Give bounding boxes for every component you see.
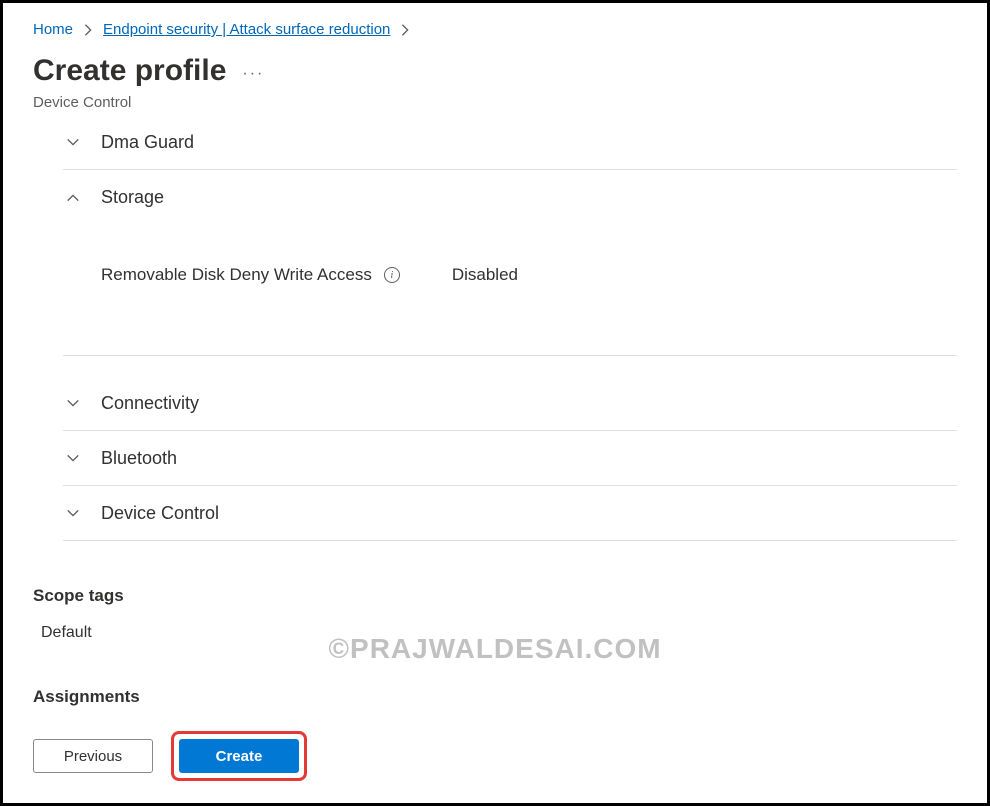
accordion-label: Connectivity <box>101 393 199 414</box>
storage-setting-row: Removable Disk Deny Write Access i Disab… <box>63 225 957 356</box>
previous-button[interactable]: Previous <box>33 739 153 773</box>
assignments-heading: Assignments <box>33 687 957 707</box>
page-title: Create profile <box>33 54 226 88</box>
scope-tags-heading: Scope tags <box>33 586 957 606</box>
accordion-connectivity[interactable]: Connectivity <box>63 376 957 431</box>
breadcrumb-home[interactable]: Home <box>33 21 73 38</box>
chevron-down-icon <box>63 135 83 149</box>
chevron-up-icon <box>63 191 83 205</box>
footer-actions: Previous Create <box>3 713 987 803</box>
chevron-down-icon <box>63 506 83 520</box>
create-button[interactable]: Create <box>179 739 299 773</box>
chevron-down-icon <box>63 451 83 465</box>
chevron-right-icon <box>398 23 412 37</box>
accordion-label: Dma Guard <box>101 132 194 153</box>
chevron-right-icon <box>81 23 95 37</box>
page-subtitle: Device Control <box>33 94 957 111</box>
chevron-down-icon <box>63 396 83 410</box>
info-icon[interactable]: i <box>384 267 400 283</box>
accordion-dma-guard[interactable]: Dma Guard <box>63 115 957 170</box>
accordion-label: Bluetooth <box>101 448 177 469</box>
more-actions-icon[interactable]: ··· <box>242 59 264 83</box>
breadcrumb: Home Endpoint security | Attack surface … <box>33 21 957 38</box>
setting-label: Removable Disk Deny Write Access <box>101 265 372 285</box>
breadcrumb-endpoint-security[interactable]: Endpoint security | Attack surface reduc… <box>103 21 390 38</box>
scope-tags-value: Default <box>33 624 957 642</box>
accordion-storage[interactable]: Storage <box>63 170 957 225</box>
accordion-bluetooth[interactable]: Bluetooth <box>63 431 957 486</box>
accordion-label: Storage <box>101 187 164 208</box>
setting-value: Disabled <box>452 265 518 285</box>
accordion-device-control[interactable]: Device Control <box>63 486 957 541</box>
highlight-annotation: Create <box>171 731 307 781</box>
accordion-label: Device Control <box>101 503 219 524</box>
